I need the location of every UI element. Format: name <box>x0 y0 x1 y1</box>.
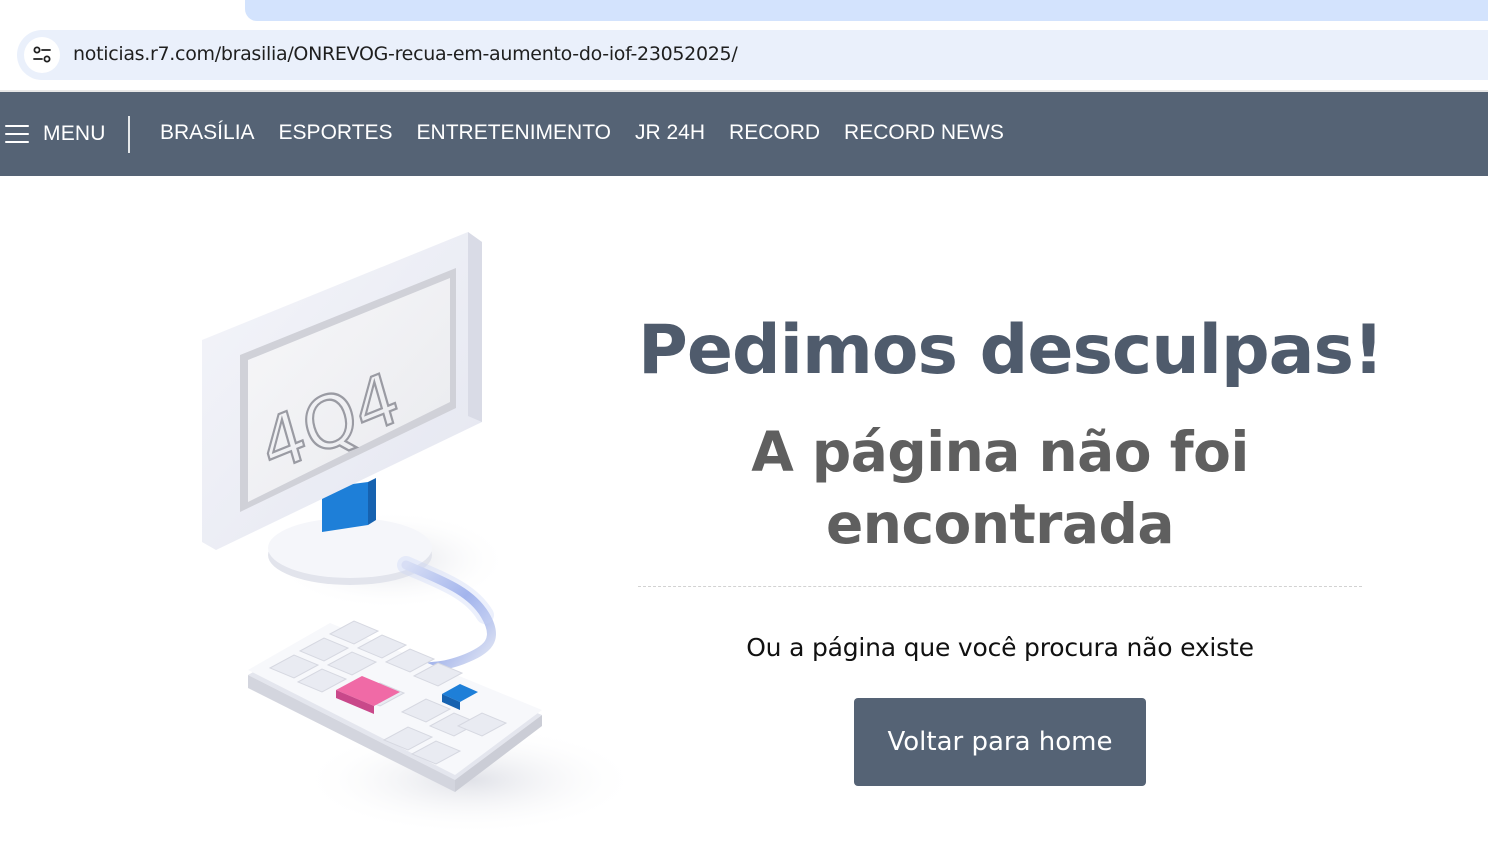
url-text[interactable]: noticias.r7.com/brasilia/ONREVOG-recua-e… <box>73 43 738 65</box>
nav-links: BRASÍLIA ESPORTES ENTRETENIMENTO JR 24H … <box>160 121 1028 145</box>
menu-button[interactable]: MENU <box>5 119 106 149</box>
page-title: Pedimos desculpas! <box>638 311 1384 390</box>
nav-link-brasilia[interactable]: BRASÍLIA <box>160 121 255 145</box>
divider <box>638 585 1362 587</box>
nav-link-record[interactable]: RECORD <box>729 121 820 145</box>
site-navbar: MENU BRASÍLIA ESPORTES ENTRETENIMENTO JR… <box>0 92 1488 176</box>
computer-404-illustration: 4Q4 <box>202 232 640 835</box>
site-info-button[interactable] <box>24 37 60 73</box>
error-subtitle: A página não foi encontrada <box>751 419 1249 556</box>
error-content: Pedimos desculpas! A página não foi enco… <box>638 300 1384 786</box>
nav-link-esportes[interactable]: ESPORTES <box>279 121 393 145</box>
active-tab-bar[interactable] <box>245 0 1488 21</box>
nav-link-jr24h[interactable]: JR 24H <box>635 121 705 145</box>
nav-separator <box>128 116 130 153</box>
error-message: Ou a página que você procura não existe <box>746 632 1254 662</box>
menu-label: MENU <box>43 122 106 145</box>
nav-link-record-news[interactable]: RECORD NEWS <box>844 121 1004 145</box>
address-bar[interactable]: noticias.r7.com/brasilia/ONREVOG-recua-e… <box>17 30 1488 80</box>
tune-icon <box>33 46 51 63</box>
browser-tab-strip <box>0 0 1488 22</box>
hamburger-icon <box>5 125 29 143</box>
nav-link-entretenimento[interactable]: ENTRETENIMENTO <box>417 121 611 145</box>
back-to-home-button[interactable]: Voltar para home <box>854 697 1146 786</box>
